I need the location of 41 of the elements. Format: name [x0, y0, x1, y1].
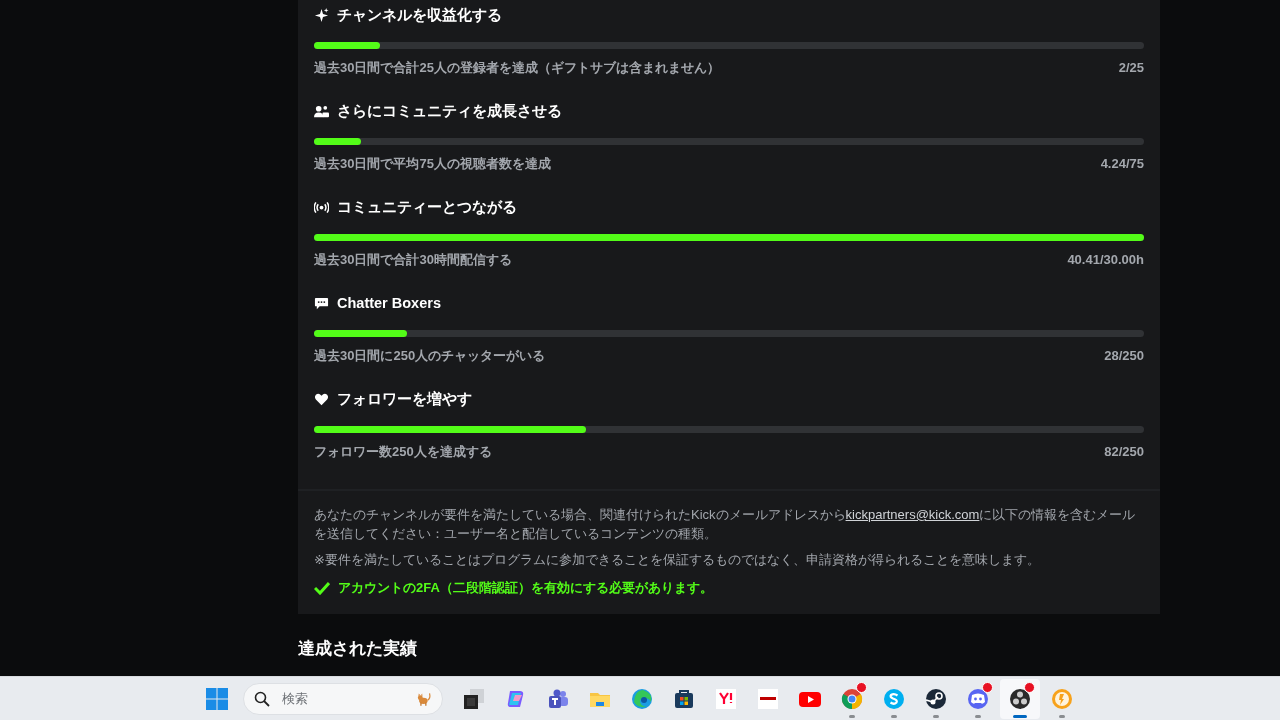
goal-title: Chatter Boxers [337, 295, 441, 311]
speech-bubble-icon [314, 295, 329, 311]
heart-icon [314, 391, 329, 407]
window-icon [462, 686, 486, 711]
goal-title: さらにコミュニティを成長させる [337, 101, 562, 121]
goal-description: 過去30日間で合計30時間配信する [314, 252, 512, 268]
start-icon[interactable] [205, 686, 229, 711]
note-text: ※要件を満たしていることはプログラムに参加できることを保証するものではなく、申請資格が得られることを意味します。 [314, 551, 1041, 569]
goal-title: フォロワーを増やす [337, 389, 472, 409]
game-controller-icon [966, 686, 990, 711]
broadcast-icon [314, 199, 329, 215]
tile-icon [756, 686, 780, 711]
round-logo-icon [924, 686, 948, 711]
progress-count: 28/250 [1104, 348, 1144, 364]
progress-count: 40.41/30.00h [1067, 252, 1144, 268]
info-paragraph: あなたのチャンネルが要件を満たしている場合、関連付けられたKickのメールアドレスからkickpartners@kick.comに以下の情報を含むメールを送信してください：ユーザー名と配信しているコンテンツの種類。 [314, 506, 1137, 543]
tile-icon [714, 686, 738, 711]
email-link[interactable]: kickpartners@kick.com [845, 507, 980, 522]
s-shape-icon [882, 686, 906, 711]
search-input[interactable]: 検索 [280, 690, 394, 707]
goal-description: フォロワー数250人を達成する [314, 444, 492, 460]
swirl-icon [630, 686, 654, 711]
people-icon [314, 103, 329, 119]
goal-description: 過去30日間で平均75人の視聴者数を達成 [314, 156, 551, 172]
search-icon [254, 690, 270, 707]
goal-description: 過去30日間で合計25人の登録者を達成（ギフトサブは含まれません） [314, 60, 720, 76]
search-field[interactable]: 検索 [243, 682, 443, 715]
progress-count: 4.24/75 [1100, 156, 1144, 172]
taskbar-button[interactable] [1000, 678, 1040, 719]
coin-icon [1050, 686, 1074, 711]
sparkle-icon [314, 7, 329, 23]
section-heading: 達成された実績 [298, 638, 417, 659]
round-logo-icon [1008, 686, 1032, 711]
requirement-text: アカウントの2FA（二段階認証）を有効にする必要があります。 [338, 579, 713, 597]
cat-icon [416, 690, 432, 707]
goal-description: 過去30日間に250人のチャッターがいる [314, 348, 546, 364]
progress-count: 82/250 [1104, 444, 1144, 460]
circle-icon [840, 686, 864, 711]
progress-count: 2/25 [1118, 60, 1144, 76]
goal-title: コミュニティーとつながる [337, 197, 517, 217]
goal-title: チャンネルを収益化する [337, 5, 502, 25]
